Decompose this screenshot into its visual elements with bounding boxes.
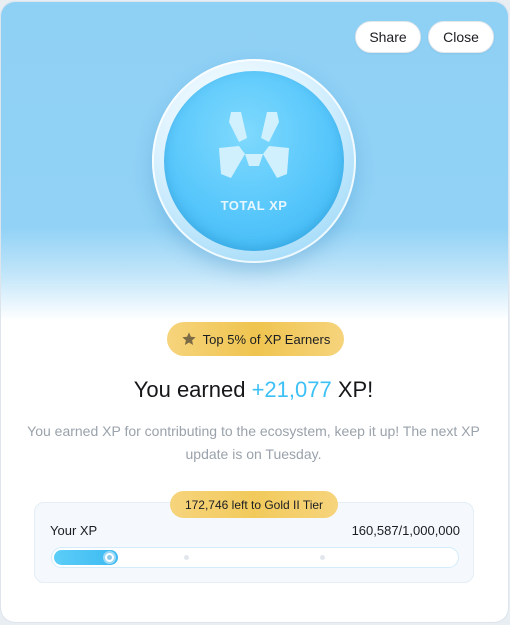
total-xp-coin: TOTAL XP <box>152 59 356 263</box>
share-button[interactable]: Share <box>355 21 421 53</box>
milestone-dot <box>320 555 325 560</box>
tier-remaining-pill: 172,746 left to Gold II Tier <box>170 491 338 518</box>
rank-badge: Top 5% of XP Earners <box>167 322 344 356</box>
milestone-dot <box>184 555 189 560</box>
coin-label: TOTAL XP <box>220 198 288 213</box>
star-icon <box>181 332 196 345</box>
headline-prefix: You earned <box>133 377 252 402</box>
your-xp-label: Your XP <box>50 523 98 538</box>
rank-badge-label: Top 5% of XP Earners <box>202 331 331 347</box>
total-xp-logo-icon <box>219 112 289 178</box>
xp-count: 160,587/1,000,000 <box>351 523 460 538</box>
xp-progress-thumb <box>103 551 116 564</box>
xp-progress-bar <box>51 547 459 568</box>
xp-description: You earned XP for contributing to the ec… <box>27 423 480 462</box>
earned-headline: You earned +21,077 XP! <box>0 377 507 403</box>
close-button[interactable]: Close <box>428 21 494 53</box>
earned-xp-value: +21,077 <box>251 377 332 402</box>
coin-face: TOTAL XP <box>164 71 344 251</box>
headline-suffix: XP! <box>331 377 374 402</box>
